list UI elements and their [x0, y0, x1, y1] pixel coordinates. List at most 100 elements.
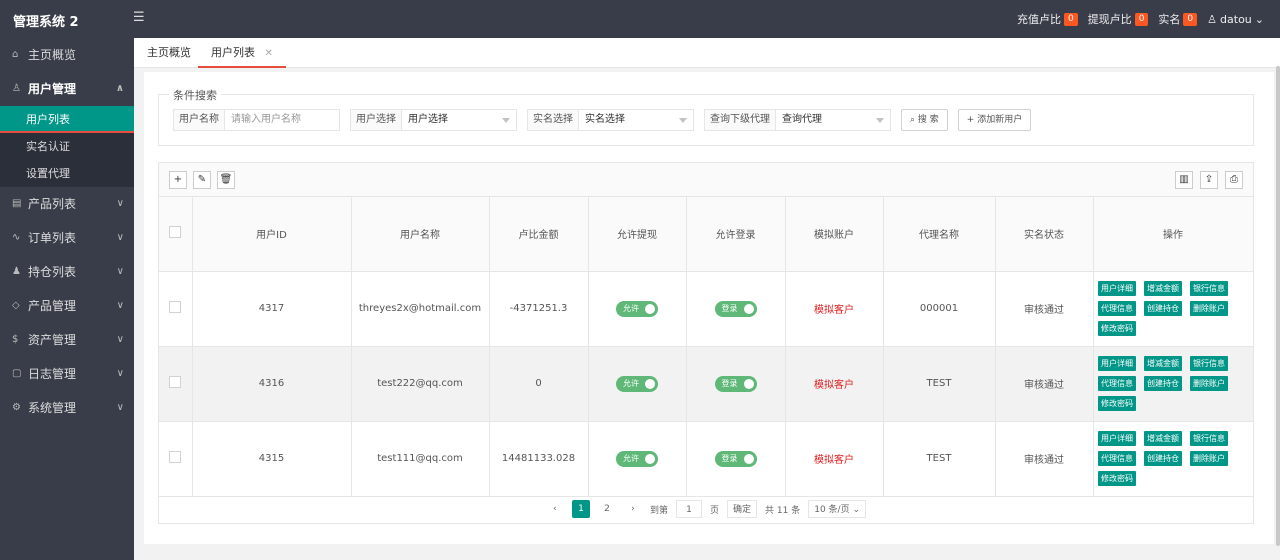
row-checkbox[interactable] — [169, 451, 182, 463]
export-icon[interactable]: ⇪ — [1200, 171, 1218, 189]
agent-info-button[interactable]: 代理信息 — [1098, 301, 1136, 316]
login-toggle[interactable]: 登录 — [714, 375, 757, 392]
sidebar-item-realname[interactable]: 实名认证 — [0, 133, 134, 160]
change-password-button[interactable]: 修改密码 — [1098, 396, 1136, 411]
username-group: 用户名称 请输入用户名称 — [173, 109, 340, 131]
close-icon[interactable]: ✕ — [265, 48, 273, 59]
cell-status: 审核通过 — [995, 421, 1094, 497]
recharge-notice[interactable]: 充值卢比 0 — [1017, 11, 1078, 27]
sidebar-item-positions[interactable]: ♟ 持仓列表 ∨ — [0, 255, 134, 289]
toggle-knob — [743, 378, 754, 389]
header-actions: 操作 — [1093, 197, 1254, 272]
delete-account-button[interactable]: 删除账户 — [1190, 301, 1228, 316]
user-detail-button[interactable]: 用户详细 — [1098, 431, 1136, 446]
per-page-select[interactable]: 10 条/页 ⌄ — [808, 500, 866, 518]
add-icon[interactable]: + — [169, 171, 187, 189]
order-icon: ∿ — [12, 232, 21, 243]
create-position-button[interactable]: 创建持仓 — [1144, 376, 1182, 391]
edit-icon[interactable]: ✎ — [193, 171, 211, 189]
user-detail-button[interactable]: 用户详细 — [1098, 281, 1136, 296]
goto-label: 到第 — [649, 505, 668, 516]
cell-agent: 000001 — [883, 271, 996, 347]
bank-info-button[interactable]: 银行信息 — [1190, 281, 1228, 296]
row-checkbox[interactable] — [169, 376, 182, 388]
caret-down-icon — [679, 118, 687, 123]
table-toolbar: + ✎ 🗑 ▥ ⇪ ⎙ — [159, 163, 1253, 197]
sidebar-item-agent[interactable]: 设置代理 — [0, 160, 134, 187]
bank-info-button[interactable]: 银行信息 — [1190, 431, 1228, 446]
tab-home[interactable]: 主页概览 — [134, 38, 204, 68]
user-select[interactable]: 用户选择 — [402, 110, 516, 130]
goto-confirm-button[interactable]: 确定 — [727, 500, 758, 518]
columns-icon[interactable]: ▥ — [1175, 171, 1193, 189]
realname-select[interactable]: 实名选择 — [579, 110, 693, 130]
plus-icon: + — [966, 115, 975, 125]
prev-page-icon[interactable]: ‹ — [546, 500, 564, 518]
sidebar-item-assets[interactable]: $ 资产管理 ∨ — [0, 323, 134, 357]
menu-icon[interactable]: ☰ — [133, 10, 145, 25]
page-2[interactable]: 2 — [598, 500, 616, 518]
create-position-button[interactable]: 创建持仓 — [1144, 301, 1182, 316]
sidebar-item-system[interactable]: ⚙ 系统管理 ∨ — [0, 391, 134, 425]
chevron-down-icon: ∨ — [116, 198, 124, 209]
goto-page-input[interactable]: 1 — [676, 500, 702, 518]
pagination: ‹ 1 2 › 到第 1 页 确定 共 11 条 10 条/页 ⌄ — [159, 498, 1253, 520]
withdraw-notice[interactable]: 提现卢比 0 — [1088, 11, 1149, 27]
agent-info-button[interactable]: 代理信息 — [1098, 451, 1136, 466]
user-icon: ♙ — [12, 83, 21, 94]
toggle-knob — [743, 453, 754, 464]
print-icon[interactable]: ⎙ — [1225, 171, 1243, 189]
adjust-amount-button[interactable]: 增减金额 — [1144, 356, 1182, 371]
header-status: 实名状态 — [995, 197, 1094, 272]
chevron-down-icon: ∨ — [116, 334, 124, 345]
user-menu[interactable]: ♙ datou ⌄ — [1207, 13, 1264, 26]
page-1[interactable]: 1 — [571, 500, 590, 518]
user-detail-button[interactable]: 用户详细 — [1098, 356, 1136, 371]
user-select-label: 用户选择 — [351, 110, 402, 130]
username-input[interactable]: 请输入用户名称 — [225, 110, 339, 130]
cell-agent: TEST — [883, 346, 996, 422]
cell-user-id: 4317 — [192, 271, 352, 347]
sidebar-item-orders[interactable]: ∿ 订单列表 ∨ — [0, 221, 134, 255]
row-checkbox[interactable] — [169, 301, 182, 313]
agent-select[interactable]: 查询代理 — [776, 110, 890, 130]
sidebar-item-home[interactable]: ⌂ 主页概览 — [0, 38, 134, 72]
realname-notice[interactable]: 实名 0 — [1158, 11, 1198, 27]
header-agent: 代理名称 — [883, 197, 996, 272]
adjust-amount-button[interactable]: 增减金额 — [1144, 431, 1182, 446]
header-withdraw: 允许提现 — [588, 197, 687, 272]
cell-simulated: 模拟客户 — [785, 421, 884, 497]
sidebar-item-logs[interactable]: ▢ 日志管理 ∨ — [0, 357, 134, 391]
login-toggle[interactable]: 登录 — [714, 300, 757, 317]
change-password-button[interactable]: 修改密码 — [1098, 321, 1136, 336]
sidebar-item-user-management[interactable]: ♙ 用户管理 ∧ — [0, 72, 134, 106]
withdraw-toggle[interactable]: 允许 — [616, 300, 658, 317]
agent-info-button[interactable]: 代理信息 — [1098, 376, 1136, 391]
tab-bar: 主页概览 用户列表 ✕ — [134, 38, 1280, 68]
adjust-amount-button[interactable]: 增减金额 — [1144, 281, 1182, 296]
create-position-button[interactable]: 创建持仓 — [1144, 451, 1182, 466]
sidebar-item-products[interactable]: ▤ 产品列表 ∨ — [0, 187, 134, 221]
withdraw-toggle[interactable]: 允许 — [616, 375, 658, 392]
login-toggle[interactable]: 登录 — [714, 450, 757, 467]
realname-select-group: 实名选择 实名选择 — [527, 109, 694, 131]
tab-user-list[interactable]: 用户列表 ✕ — [198, 38, 286, 68]
search-icon: ⌕ — [910, 115, 916, 125]
cell-user-id: 4315 — [192, 421, 352, 497]
cell-username: threyes2x@hotmail.com — [351, 271, 490, 347]
bank-info-button[interactable]: 银行信息 — [1190, 356, 1228, 371]
select-all-checkbox[interactable] — [169, 226, 182, 239]
user-management-submenu: 用户列表 实名认证 设置代理 — [0, 106, 134, 187]
change-password-button[interactable]: 修改密码 — [1098, 471, 1136, 486]
withdraw-toggle[interactable]: 允许 — [616, 450, 658, 467]
sidebar-item-product-management[interactable]: ◇ 产品管理 ∨ — [0, 289, 134, 323]
sidebar-item-user-list[interactable]: 用户列表 — [0, 106, 134, 133]
delete-icon[interactable]: 🗑 — [217, 171, 235, 189]
delete-account-button[interactable]: 删除账户 — [1190, 376, 1228, 391]
page-scrollbar[interactable] — [1276, 66, 1280, 546]
search-button[interactable]: ⌕ 搜 索 — [901, 109, 948, 131]
delete-account-button[interactable]: 删除账户 — [1190, 451, 1228, 466]
next-page-icon[interactable]: › — [624, 500, 642, 518]
add-user-button[interactable]: + 添加新用户 — [957, 109, 1032, 131]
agent-select-group: 查询下级代理 查询代理 — [704, 109, 891, 131]
